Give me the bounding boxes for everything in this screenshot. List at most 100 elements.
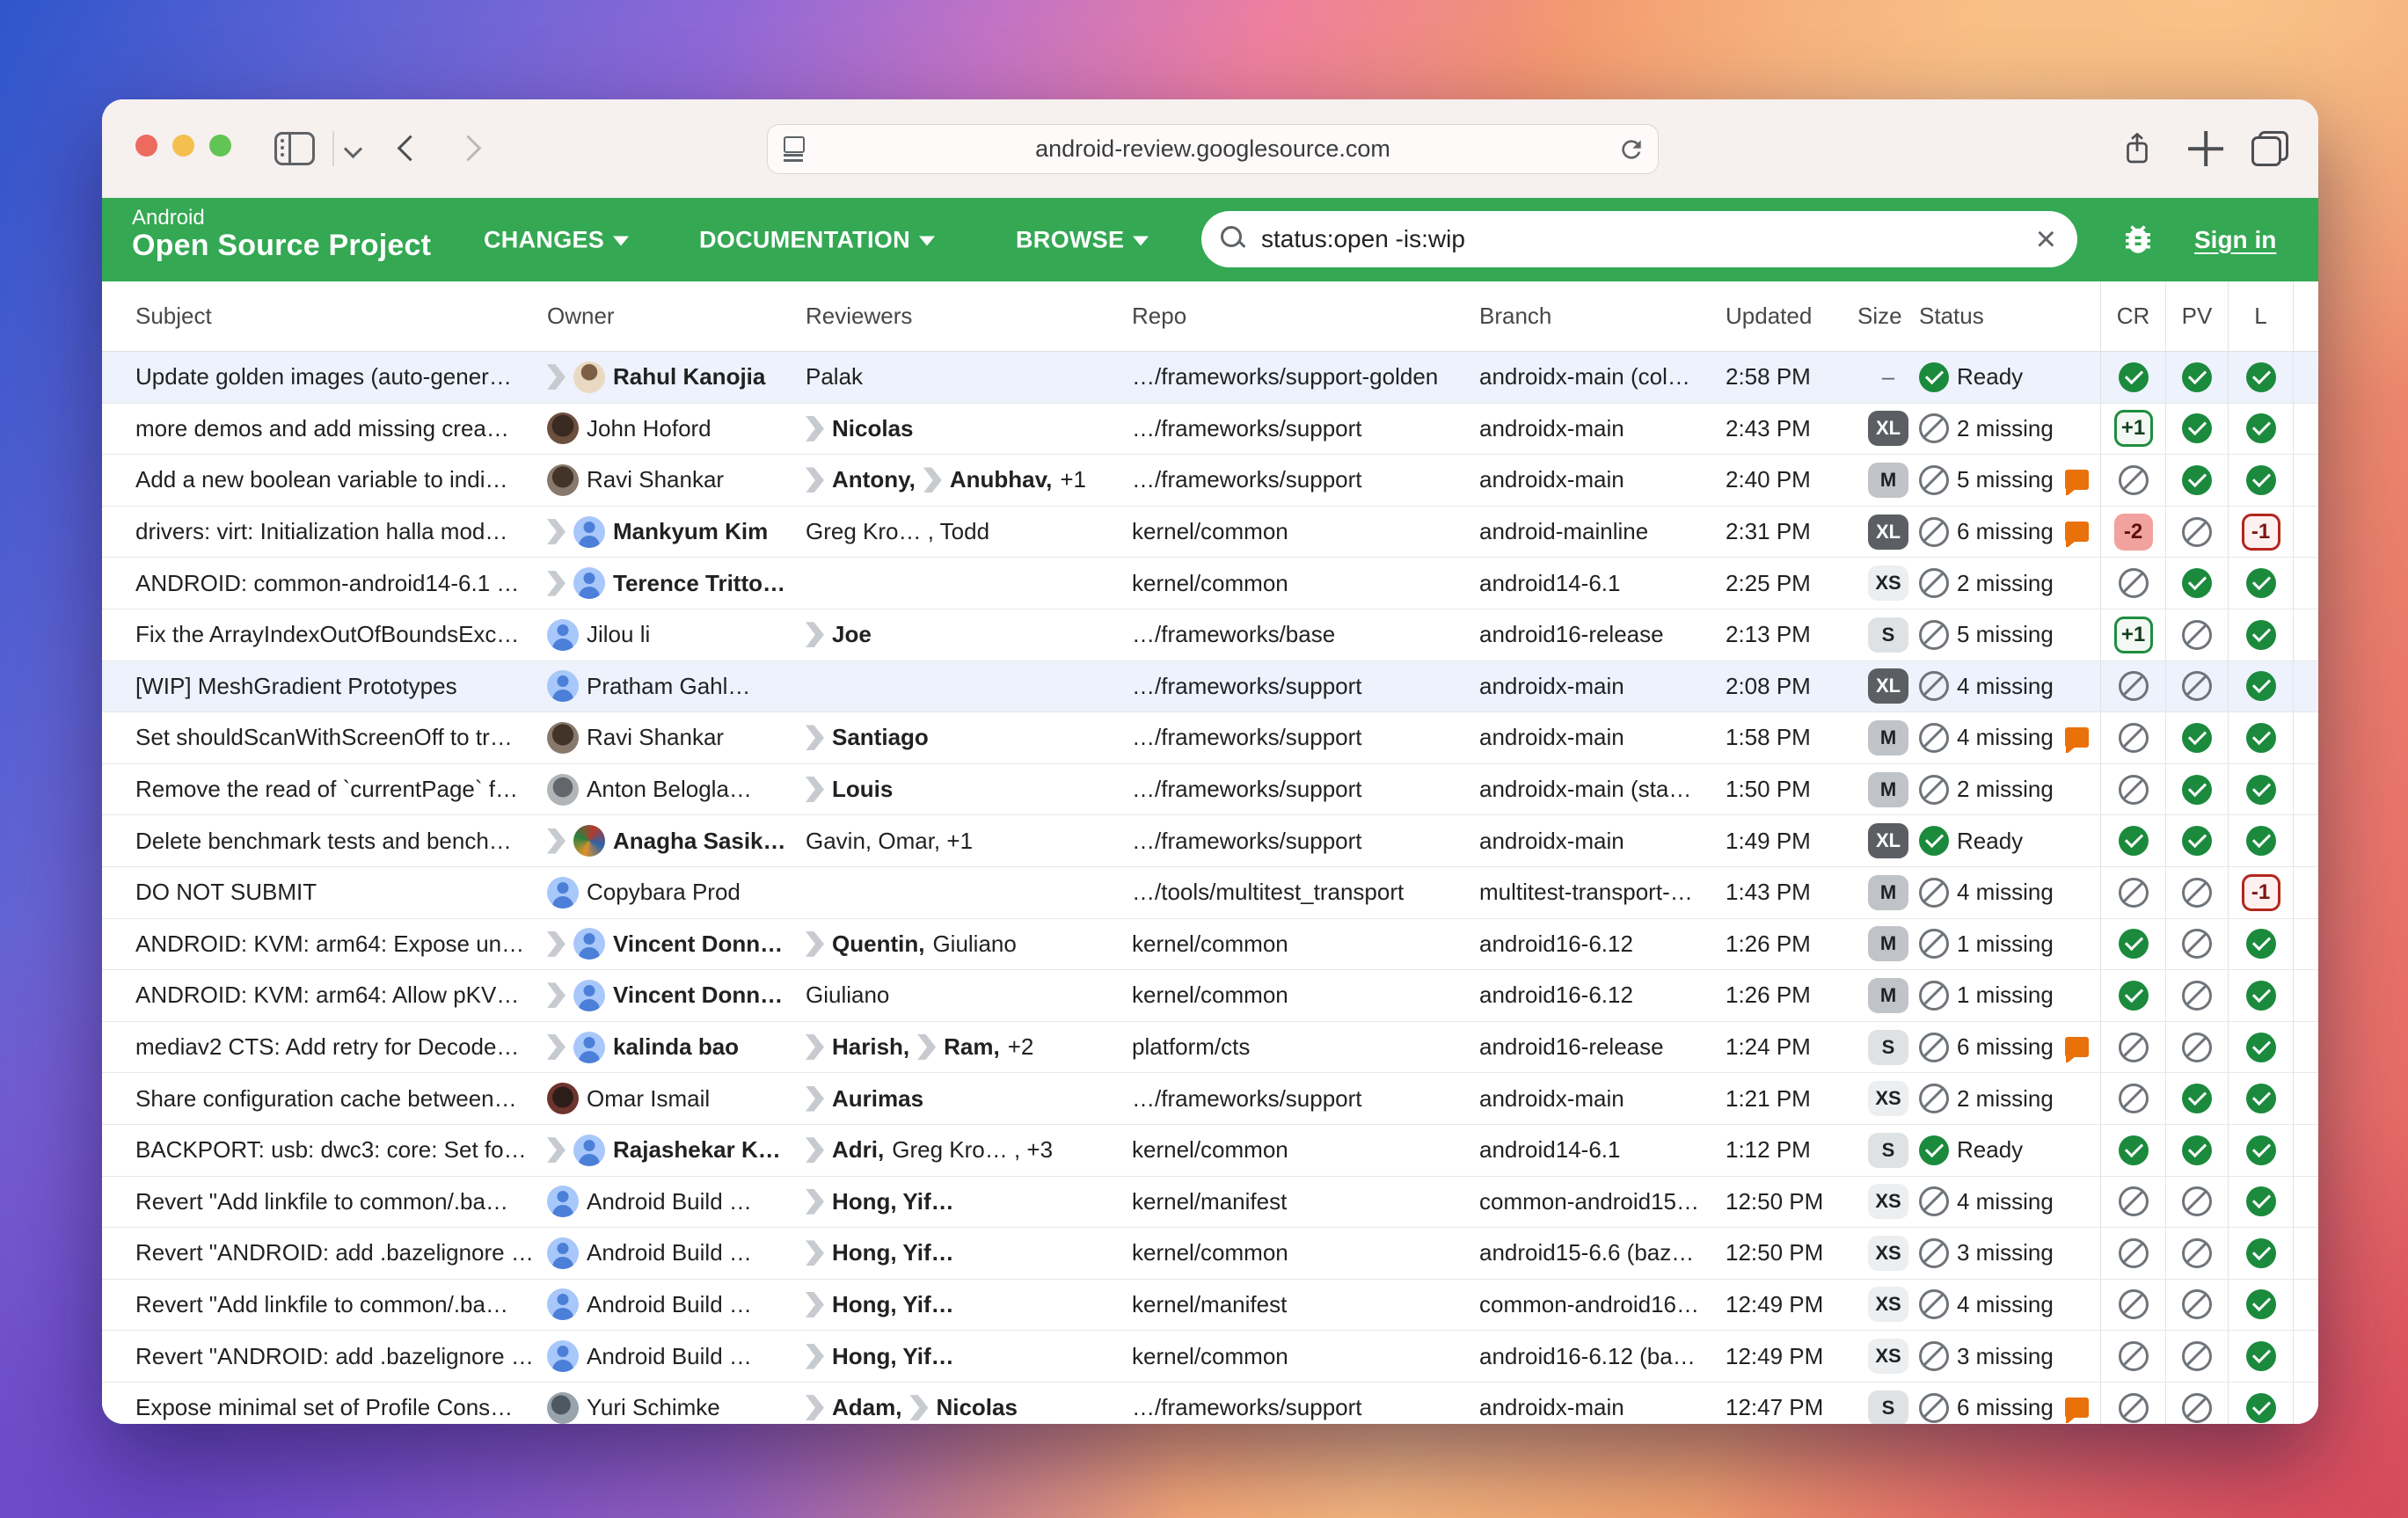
status-text: 3 missing [1957,1239,2054,1266]
table-row[interactable]: ANDROID: KVM: arm64: Allow pKV…Vincent D… [102,970,2318,1022]
l-vote-cell [2228,455,2294,506]
table-row[interactable]: Fix the ArrayIndexOutOfBoundsExc…Jilou l… [102,609,2318,661]
share-icon[interactable] [2121,130,2153,167]
attention-chevron-icon [806,1137,824,1163]
table-row[interactable]: Revert "Add linkfile to common/.ba…Andro… [102,1280,2318,1332]
cr-vote-cell [2100,352,2165,403]
repo-cell: platform/cts [1132,1033,1479,1061]
table-row[interactable]: Delete benchmark tests and bench…Anagha … [102,815,2318,867]
reviewer-name: Aurimas [832,1085,923,1113]
cr-vote-cell [2100,1383,2165,1424]
minimize-window-button[interactable] [172,135,194,157]
pv-vote-cell [2165,970,2228,1021]
pv-vote-cell [2165,609,2228,660]
updated-cell: 2:31 PM [1726,518,1857,545]
back-button[interactable] [394,135,420,162]
status-cell: 5 missing [1919,620,2100,650]
attention-chevron-icon [806,622,824,647]
check-icon [2246,465,2276,495]
table-row[interactable]: Remove the read of `currentPage` f…Anton… [102,764,2318,816]
size-chip: XS [1868,1081,1908,1116]
table-row[interactable]: Expose minimal set of Profile Cons…Yuri … [102,1383,2318,1424]
owner-cell: kalinda bao [547,1032,806,1063]
repo-cell: …/frameworks/support [1132,466,1479,493]
size-cell: M [1857,463,1919,498]
close-window-button[interactable] [135,135,157,157]
search-box[interactable]: × [1201,211,2077,267]
status-cell: 1 missing [1919,929,2100,959]
sidebar-icon[interactable] [274,132,315,165]
table-row[interactable]: Add a new boolean variable to indi…Ravi … [102,455,2318,507]
menu-documentation[interactable]: DOCUMENTATION [699,226,935,253]
reviewer-name: Quentin, [832,931,924,958]
owner-cell: Omar Ismail [547,1083,806,1114]
table-row[interactable]: Revert "ANDROID: add .bazelignore …Andro… [102,1331,2318,1383]
reader-view-icon[interactable] [782,136,805,163]
owner-name: Anton Belogla… [587,776,752,803]
status-text: 4 missing [1957,1188,2054,1215]
updated-cell: 2:58 PM [1726,363,1857,390]
block-icon [2119,1238,2149,1268]
site-title[interactable]: Android Open Source Project [132,207,431,263]
reviewers-cell: Aurimas [806,1085,1132,1113]
check-icon [2246,568,2276,598]
check-icon [2182,826,2212,856]
pv-vote-cell [2165,661,2228,712]
block-icon [2119,1289,2149,1319]
owner-cell: Vincent Donn… [547,980,806,1011]
table-row[interactable]: Set shouldScanWithScreenOff to tr…Ravi S… [102,712,2318,764]
avatar [573,361,605,393]
size-chip: XL [1868,668,1908,704]
owner-cell: Pratham Gahl… [547,670,806,702]
attention-chevron-icon [909,1395,928,1420]
branch-cell: android16-6.12 [1479,982,1726,1009]
status-text: 4 missing [1957,1291,2054,1318]
l-vote-cell [2228,1073,2294,1124]
menu-browse[interactable]: BROWSE [1016,226,1149,253]
status-text: 2 missing [1957,570,2054,597]
check-icon [2119,826,2149,856]
block-icon [2119,568,2149,598]
chevron-down-icon[interactable] [345,139,364,158]
new-tab-icon[interactable] [2188,131,2223,166]
reviewers-cell: Gavin, Omar, +1 [806,828,1132,855]
reviewers-cell: Greg Kro… , Todd [806,518,1132,545]
sign-in-link[interactable]: Sign in [2194,226,2276,254]
owner-cell: Ravi Shankar [547,722,806,754]
table-row[interactable]: mediav2 CTS: Add retry for Decode…kalind… [102,1022,2318,1074]
table-row[interactable]: Revert "ANDROID: add .bazelignore …Andro… [102,1228,2318,1280]
bug-report-icon[interactable] [2120,221,2156,258]
table-row[interactable]: [WIP] MeshGradient PrototypesPratham Gah… [102,661,2318,713]
tab-overview-icon[interactable] [2251,131,2288,166]
table-row[interactable]: Share configuration cache between…Omar I… [102,1073,2318,1125]
updated-cell: 1:26 PM [1726,931,1857,958]
missing-block-icon [1919,723,1949,753]
table-row[interactable]: Revert "Add linkfile to common/.ba…Andro… [102,1177,2318,1229]
attention-chevron-icon [806,931,824,957]
table-row[interactable]: ANDROID: KVM: arm64: Expose un…Vincent D… [102,919,2318,971]
status-cell: Ready [1919,1135,2100,1165]
attention-chevron-icon [806,1292,824,1317]
subject-cell: Revert "ANDROID: add .bazelignore … [135,1239,547,1266]
table-row[interactable]: Update golden images (auto-gener…Rahul K… [102,352,2318,404]
table-row[interactable]: BACKPORT: usb: dwc3: core: Set fo…Rajash… [102,1125,2318,1177]
table-row[interactable]: more demos and add missing crea…John Hof… [102,404,2318,456]
missing-block-icon [1919,568,1949,598]
table-row[interactable]: ANDROID: common-android14-6.1 …Terence T… [102,558,2318,609]
reload-icon[interactable] [1617,135,1645,164]
attention-chevron-icon [547,571,566,596]
cr-vote-cell [2100,764,2165,815]
reviewer-name: Antony, [832,466,916,493]
table-row[interactable]: drivers: virt: Initialization halla mod…… [102,507,2318,558]
address-bar[interactable]: android-review.googlesource.com [767,124,1659,174]
zoom-window-button[interactable] [209,135,231,157]
reviewers-cell: Hong, Yif… [806,1291,1132,1318]
table-row[interactable]: DO NOT SUBMITCopybara Prod…/tools/multit… [102,867,2318,919]
clear-search-icon[interactable]: × [2036,222,2056,257]
check-icon [2182,1084,2212,1113]
search-input[interactable] [1261,225,2036,253]
l-vote-cell [2228,558,2294,609]
updated-cell: 1:26 PM [1726,982,1857,1009]
avatar [547,464,579,496]
menu-changes[interactable]: CHANGES [484,226,629,253]
